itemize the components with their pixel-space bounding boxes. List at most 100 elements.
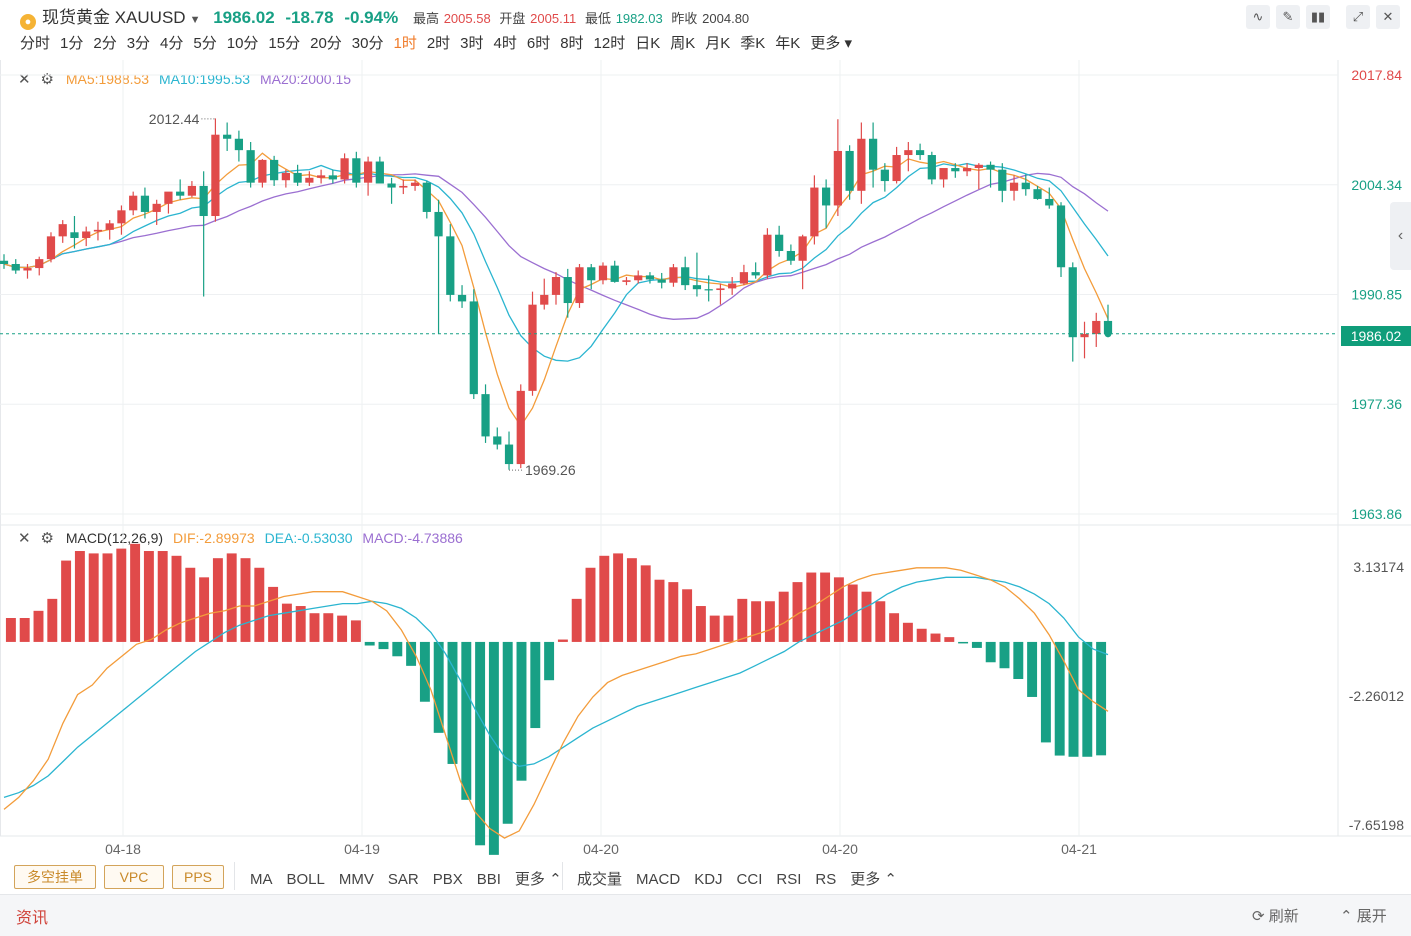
candle-body [223, 134, 232, 139]
main-indicator-5[interactable]: BBI [477, 871, 501, 888]
timeframe-22[interactable]: 更多 ▾ [810, 32, 852, 56]
timeframe-3[interactable]: 3分 [127, 32, 150, 56]
candle-body [528, 304, 537, 391]
macd-histogram-bar [337, 615, 348, 642]
price-change: -18.78 [285, 8, 334, 27]
candle-body [234, 138, 244, 151]
sub-indicator-5[interactable]: RS [815, 871, 836, 888]
order-book-button[interactable]: 多空挂单 [14, 865, 96, 889]
dropdown-arrow-icon[interactable]: ▼ [190, 14, 201, 26]
collapse-panel-icon[interactable]: ‹ [1390, 202, 1411, 270]
candle-body [1045, 198, 1054, 206]
sub-indicator-6[interactable]: 更多 ⌃ [850, 871, 897, 888]
timeframe-14[interactable]: 6时 [527, 32, 550, 56]
candle-body [540, 294, 549, 305]
gold-coin-icon: ● [20, 14, 36, 30]
pps-button[interactable]: PPS [172, 865, 224, 889]
timeframe-0[interactable]: 分时 [20, 32, 50, 56]
kline-chart[interactable]: 2017.84 2004.34 1990.85 1977.36 1963.86 04-18… [0, 60, 1411, 860]
candle-body [70, 232, 79, 238]
timeframe-21[interactable]: 年K [775, 32, 800, 56]
sub-indicator-1[interactable]: MACD [636, 871, 680, 888]
timeframe-19[interactable]: 月K [705, 32, 730, 56]
macd-histogram-bar [916, 628, 927, 642]
price-tick-label: 2017.84 [1351, 67, 1402, 83]
main-indicator-0[interactable]: MA [250, 871, 273, 888]
timeframe-17[interactable]: 日K [635, 32, 660, 56]
candle-body [798, 236, 807, 261]
macd-histogram-bar [488, 641, 499, 855]
candle-body [880, 169, 889, 182]
instrument-selector[interactable]: ● 现货黄金 XAUUSD ▼ 1986.02 -18.78 -0.94% 最高 2… [20, 3, 749, 30]
candle-body [974, 164, 983, 169]
candle-body [352, 158, 361, 183]
macd-histogram-bar [585, 567, 596, 642]
candle-body [0, 260, 9, 265]
macd-histogram-bar [461, 641, 472, 800]
timeframe-11[interactable]: 2时 [427, 32, 450, 56]
timeframe-6[interactable]: 10分 [227, 32, 259, 56]
timeframe-9[interactable]: 30分 [352, 32, 384, 56]
candle-body [176, 191, 185, 196]
macd-histogram-bar [626, 558, 637, 642]
line-style-icon[interactable]: ∿ [1246, 5, 1270, 29]
candle-body [434, 211, 443, 237]
sub-indicator-0[interactable]: 成交量 [577, 871, 622, 888]
sub-indicator-3[interactable]: CCI [737, 871, 763, 888]
macd-histogram-bar [764, 601, 775, 642]
timeframe-16[interactable]: 12时 [594, 32, 626, 56]
low-annotation: 1969.26 [525, 462, 576, 478]
main-indicator-1[interactable]: BOLL [287, 871, 325, 888]
macd-histogram-bar [171, 555, 182, 642]
candle-body [363, 161, 373, 183]
timeframe-20[interactable]: 季K [740, 32, 765, 56]
timeframe-8[interactable]: 20分 [310, 32, 342, 56]
candle-body [481, 394, 490, 437]
timeframe-4[interactable]: 4分 [160, 32, 183, 56]
draw-pen-icon[interactable]: ✎ [1276, 5, 1300, 29]
macd-histogram-bar [544, 641, 555, 681]
timeframe-12[interactable]: 3时 [460, 32, 483, 56]
fullscreen-icon[interactable]: ⤢ [1346, 5, 1370, 29]
main-indicator-4[interactable]: PBX [433, 871, 463, 888]
candle-type-icon[interactable]: ▮▮ [1306, 5, 1330, 29]
timeframe-15[interactable]: 8时 [560, 32, 583, 56]
macd-histogram-bar [557, 639, 568, 642]
close-icon[interactable]: ✕ [1376, 5, 1400, 29]
candle-body [845, 150, 854, 191]
candle-body [1068, 267, 1077, 338]
timeframe-2[interactable]: 2分 [93, 32, 116, 56]
expand-button[interactable]: ⌃ 展开 [1340, 905, 1387, 926]
sub-indicator-4[interactable]: RSI [776, 871, 801, 888]
refresh-button[interactable]: ⟳ 刷新 [1252, 905, 1299, 926]
vpc-button[interactable]: VPC [104, 865, 164, 889]
sub-indicator-2[interactable]: KDJ [694, 871, 722, 888]
high-label: 最高 [412, 11, 439, 26]
candle-body [11, 264, 20, 271]
macd-histogram-bar [571, 598, 582, 642]
main-indicator-3[interactable]: SAR [388, 871, 419, 888]
candle-body [716, 288, 725, 291]
candle-body [516, 390, 525, 465]
timeframe-18[interactable]: 周K [670, 32, 695, 56]
main-indicator-6[interactable]: 更多 ⌃ [515, 871, 562, 888]
candle-body [822, 187, 831, 206]
macd-histogram-bar [985, 641, 996, 663]
news-tab[interactable]: 资讯 [16, 904, 48, 928]
instrument-name[interactable]: 现货黄金 XAUUSD [42, 8, 186, 27]
timeframe-5[interactable]: 5分 [193, 32, 216, 56]
macd-histogram-bar [516, 641, 527, 781]
macd-histogram-bar [778, 591, 789, 642]
candle-body [152, 203, 161, 212]
timeframe-7[interactable]: 15分 [268, 32, 300, 56]
macd-histogram-bar [682, 589, 693, 642]
timeframe-10[interactable]: 1时 [393, 32, 416, 56]
macd-tick-label: -2.26012 [1349, 688, 1404, 704]
price-change-pct: -0.94% [344, 8, 399, 27]
macd-histogram-bar [654, 579, 665, 642]
news-footer: 资讯 ⟳ 刷新 ⌃ 展开 [0, 894, 1411, 936]
timeframe-13[interactable]: 4时 [494, 32, 517, 56]
timeframe-1[interactable]: 1分 [60, 32, 83, 56]
open-value: 2005.11 [530, 11, 577, 26]
main-indicator-2[interactable]: MMV [339, 871, 374, 888]
